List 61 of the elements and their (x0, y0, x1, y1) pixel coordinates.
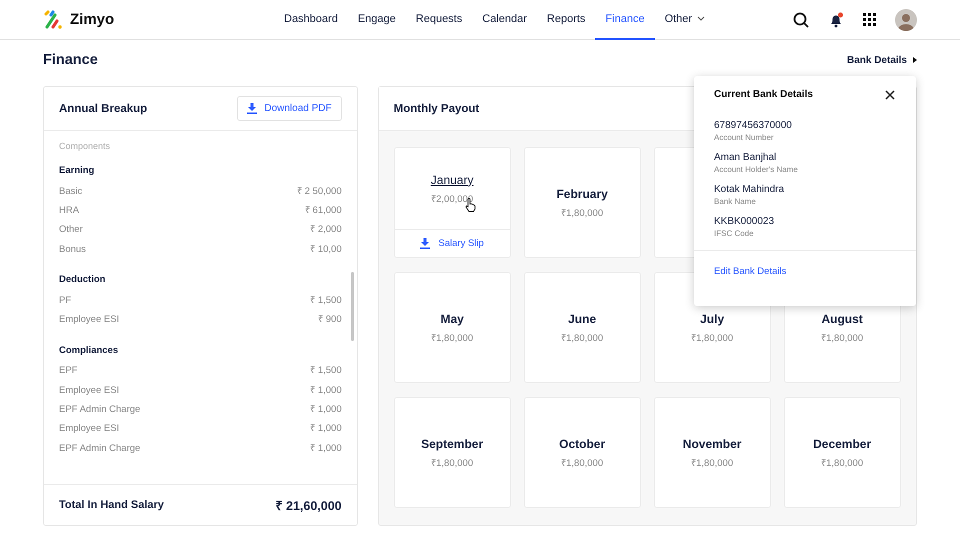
field-label: IFSC Code (714, 229, 755, 238)
component-name: EPF (59, 365, 78, 378)
component-name: HRA (59, 204, 80, 217)
month-name: August (821, 312, 863, 326)
component-amount: ₹ 61,000 (304, 204, 342, 217)
brand-name: Zimyo (70, 11, 114, 28)
month-amount: ₹1,80,000 (691, 332, 734, 344)
component-amount: ₹ 1,500 (310, 365, 342, 378)
component-name: Other (59, 224, 83, 236)
month-amount: ₹2,00,000 (431, 192, 474, 204)
total-label: Total In Hand Salary (59, 499, 164, 511)
component-name: EPF Admin Charge (59, 442, 140, 455)
component-name: PF (59, 294, 72, 307)
month-name: November (682, 436, 742, 450)
month-amount: ₹1,80,000 (821, 456, 864, 468)
month-amount: ₹1,80,000 (431, 456, 474, 468)
component-name: Employee ESI (59, 384, 120, 397)
field-value: Aman Banjhal (714, 152, 778, 163)
field-label: Account Number (714, 133, 775, 142)
components-label: Components (59, 141, 112, 151)
card-title: Annual Breakup (59, 102, 148, 114)
month-amount: ₹1,80,000 (561, 206, 604, 218)
component-name: Employee ESI (59, 423, 120, 436)
section-title: Compliances (59, 344, 120, 356)
component-name: Basic (59, 186, 82, 198)
month-name: December (813, 436, 872, 450)
component-amount: ₹ 2 50,000 (297, 186, 342, 198)
month-amount: ₹1,80,000 (821, 332, 864, 344)
field-value: Kotak Mahindra (714, 184, 786, 195)
component-amount: ₹ 1,000 (310, 423, 342, 436)
component-name: Employee ESI (59, 314, 120, 326)
month-name: January (430, 172, 474, 186)
month-name: May (440, 312, 464, 326)
popup-title: Current Bank Details (714, 89, 813, 100)
field-value: KKBK000023 (714, 216, 776, 227)
component-name: EPF Admin Charge (59, 404, 140, 416)
field-value: 67897456370000 (714, 120, 793, 131)
month-amount: ₹1,80,000 (561, 456, 604, 468)
month-name: July (700, 312, 724, 326)
month-name: June (568, 312, 596, 326)
component-amount: ₹ 1,000 (310, 442, 342, 455)
month-amount: ₹1,80,000 (561, 332, 604, 344)
section-title: Earning (59, 165, 96, 176)
month-name: September (421, 436, 484, 450)
section-title: Deduction (59, 274, 106, 286)
card-title: Monthly Payout (394, 102, 480, 114)
month-amount: ₹1,80,000 (431, 332, 474, 344)
component-amount: ₹ 1,000 (310, 404, 342, 416)
component-amount: ₹ 2,000 (310, 224, 342, 236)
month-amount: ₹1,80,000 (691, 456, 734, 468)
component-amount: ₹ 900 (318, 314, 342, 326)
month-name: October (559, 436, 606, 450)
month-name: February (556, 186, 608, 200)
field-label: Bank Name (714, 197, 757, 206)
total-amount: ₹ 21,60,000 (276, 498, 342, 514)
component-name: Bonus (59, 244, 86, 256)
component-amount: ₹ 1,500 (310, 294, 342, 307)
field-label: Account Holder's Name (714, 165, 799, 174)
component-amount: ₹ 1,000 (310, 384, 342, 397)
component-amount: ₹ 10,00 (310, 244, 342, 256)
page-title: Finance (43, 52, 98, 68)
